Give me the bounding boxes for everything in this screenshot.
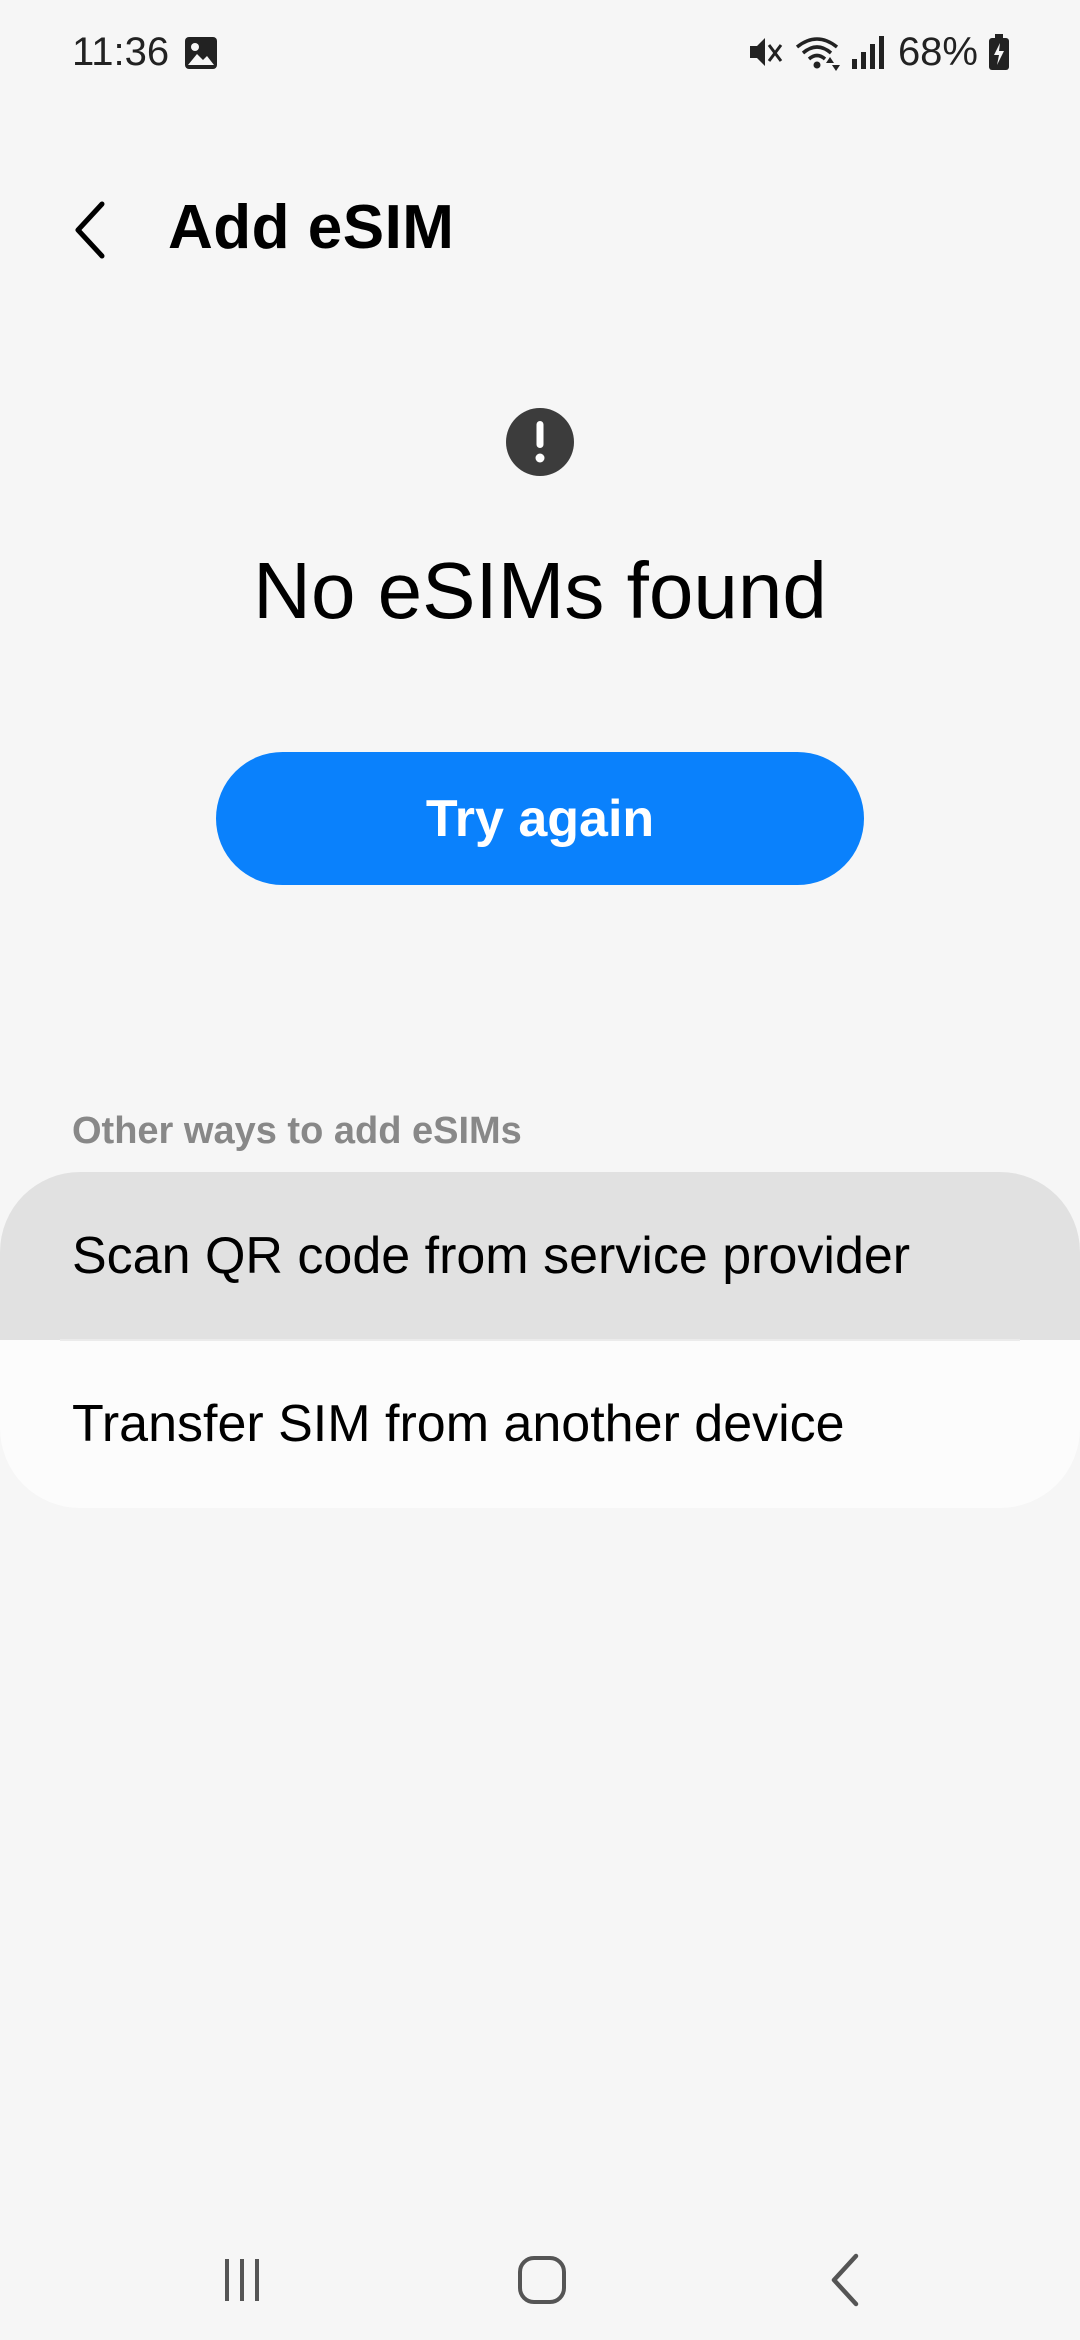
options-card: Scan QR code from service provider Trans… <box>0 1172 1080 1508</box>
status-bar: 11:36 68% <box>0 0 1080 110</box>
gallery-icon <box>185 37 217 69</box>
alert-circle-icon <box>506 408 574 476</box>
battery-charging-icon <box>989 34 1009 70</box>
chevron-left-icon <box>75 201 105 259</box>
navigation-bar <box>0 2220 1080 2340</box>
option-label: Transfer SIM from another device <box>72 1395 845 1453</box>
recents-button[interactable] <box>182 2240 302 2320</box>
battery-percent: 68% <box>897 29 978 74</box>
scan-qr-code-option[interactable]: Scan QR code from service provider <box>0 1172 1080 1340</box>
recents-icon <box>225 2259 259 2301</box>
signal-icon <box>851 36 884 69</box>
back-button[interactable] <box>50 190 130 270</box>
status-icons: 68% <box>746 28 1010 76</box>
page-title: Add eSIM <box>168 193 455 262</box>
screen: 11:36 68% Add eSIM No eSIMs found Try ag… <box>0 0 1080 2340</box>
transfer-sim-option[interactable]: Transfer SIM from another device <box>0 1340 1080 1508</box>
option-label: Scan QR code from service provider <box>72 1227 911 1285</box>
app-bar: Add eSIM <box>0 170 1080 280</box>
try-again-button[interactable]: Try again <box>216 752 864 885</box>
home-icon <box>518 2256 566 2304</box>
nav-back-button[interactable] <box>786 2240 906 2320</box>
empty-state-title: No eSIMs found <box>253 546 827 635</box>
status-time: 11:36 <box>72 30 170 74</box>
section-header: Other ways to add eSIMs <box>72 1110 522 1152</box>
back-icon <box>831 2253 859 2307</box>
wifi-icon <box>795 37 840 71</box>
mute-icon <box>749 38 783 66</box>
home-button[interactable] <box>482 2240 602 2320</box>
